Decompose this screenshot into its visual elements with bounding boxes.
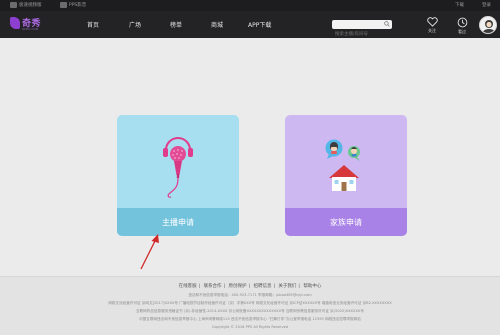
heart-icon bbox=[426, 17, 438, 27]
search-icon[interactable] bbox=[384, 21, 390, 27]
microphone-icon bbox=[163, 137, 193, 198]
topbar-item-label: PPS影音 bbox=[69, 3, 87, 8]
clock-icon bbox=[457, 17, 467, 28]
nav-item-mall[interactable]: 商城 bbox=[211, 20, 223, 29]
avatar[interactable] bbox=[479, 16, 497, 34]
footer-link-cooperation[interactable]: 联系合作 bbox=[204, 284, 222, 289]
site-logo[interactable]: 奇秀 QIXIU.COM bbox=[10, 16, 50, 32]
logo-mark bbox=[10, 17, 20, 29]
history-label: 看过 bbox=[458, 29, 466, 34]
download-link[interactable]: 下载 bbox=[455, 2, 464, 8]
footer-line: 中国互联网违法和不良信息举报中心 上海市网警网络110 违法不良信息举报中心 “… bbox=[139, 317, 361, 321]
site-footer: 在线客服 | 联系合作 | 原创保护 | 招聘信息 | 关于我们 | 帮助中心 违法和不良… bbox=[0, 276, 500, 335]
footer-line: 网络文化经营许可证 京网文[2017]XXXX号 广播电视节目制作经营许可证（京… bbox=[108, 301, 392, 305]
top-strip: 极速视频版 PPS影音 下载 登录 bbox=[0, 0, 500, 11]
footer-link-about[interactable]: 关于我们 bbox=[278, 284, 296, 289]
user-avatar-icon bbox=[482, 20, 496, 33]
footer-link-support[interactable]: 在线客服 bbox=[179, 284, 197, 289]
video-icon bbox=[10, 2, 17, 8]
footer-links: 在线客服 | 联系合作 | 原创保护 | 招聘信息 | 关于我们 | 帮助中心 bbox=[178, 284, 322, 289]
main-nav: 奇秀 QIXIU.COM 首页 广场 榜单 商城 APP下载 关注 看过 bbox=[0, 11, 500, 39]
footer-link-jobs[interactable]: 招聘信息 bbox=[253, 284, 271, 289]
nav-item-app-download[interactable]: APP下载 bbox=[248, 20, 271, 29]
footer-link-original-protection[interactable]: 原创保护 bbox=[229, 284, 247, 289]
anchor-apply-card[interactable]: 主播申请 bbox=[117, 115, 239, 236]
follow-button[interactable]: 关注 bbox=[422, 17, 442, 34]
topbar-item-pps[interactable]: PPS影音 bbox=[60, 2, 86, 8]
house-family-icon bbox=[325, 139, 360, 191]
login-link[interactable]: 登录 bbox=[482, 2, 491, 8]
nav-item-home[interactable]: 首页 bbox=[87, 20, 99, 29]
nav-item-square[interactable]: 广场 bbox=[129, 20, 141, 29]
history-button[interactable]: 看过 bbox=[452, 17, 472, 35]
family-apply-card[interactable]: 家族申请 bbox=[285, 115, 407, 236]
topbar-item-label: 极速视频版 bbox=[19, 3, 42, 8]
footer-line: 违法和不良信息举报电话：400-923-7171 举报邮箱：jubao365@q… bbox=[188, 293, 312, 297]
search-input[interactable] bbox=[332, 30, 382, 39]
footer-copyright: Copyright © 2016 PPS All Rights Reserved bbox=[211, 325, 289, 329]
footer-link-help[interactable]: 帮助中心 bbox=[303, 284, 321, 289]
nav-item-ranking[interactable]: 榜单 bbox=[170, 20, 182, 29]
anchor-apply-label: 主播申请 bbox=[117, 208, 239, 236]
topbar-item-video[interactable]: 极速视频版 bbox=[10, 2, 42, 8]
pointer-arrow-icon bbox=[140, 234, 159, 270]
search-box bbox=[332, 20, 392, 39]
footer-line: 互联网药品信息服务资格证书 (京)-非经营性-2014-XXXX 京公网安备XX… bbox=[135, 309, 364, 313]
logo-subtext: QIXIU.COM bbox=[22, 27, 39, 31]
family-apply-label: 家族申请 bbox=[285, 208, 407, 236]
pps-icon bbox=[60, 2, 67, 8]
follow-label: 关注 bbox=[428, 28, 436, 33]
